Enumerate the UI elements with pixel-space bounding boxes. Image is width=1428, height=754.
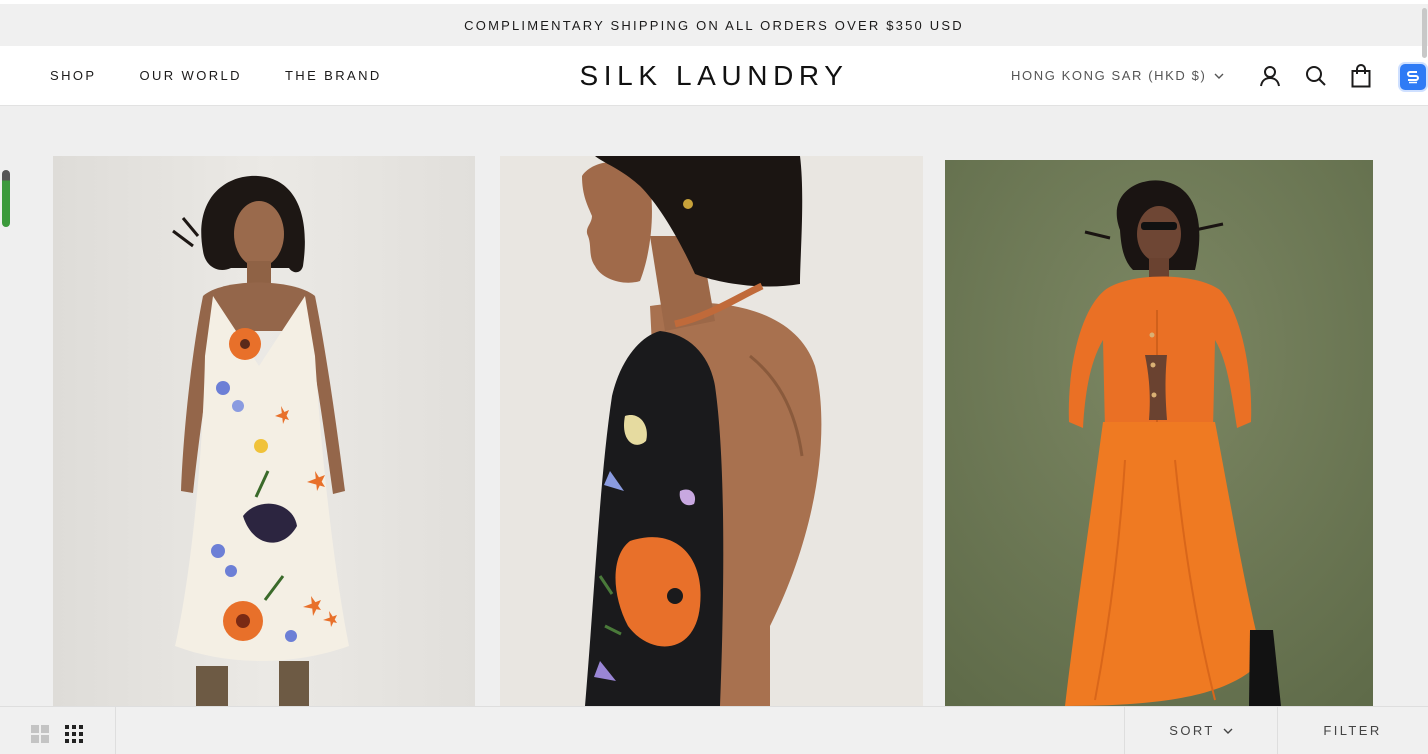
product-card[interactable] xyxy=(945,160,1373,706)
nav-the-brand[interactable]: THE BRAND xyxy=(285,68,382,83)
view-toggle xyxy=(0,707,116,754)
chevron-down-icon xyxy=(1214,68,1224,83)
brand-logo[interactable]: SILK LAUNDRY xyxy=(580,60,849,92)
product-card[interactable] xyxy=(53,156,475,706)
chevron-down-icon xyxy=(1223,723,1233,738)
nav-shop[interactable]: SHOP xyxy=(50,68,96,83)
site-header: SHOP OUR WORLD THE BRAND SILK LAUNDRY HO… xyxy=(0,46,1428,106)
sort-button[interactable]: SORT xyxy=(1124,707,1278,754)
sort-label: SORT xyxy=(1169,723,1215,738)
extension-icon[interactable] xyxy=(1400,64,1426,90)
main-nav: SHOP OUR WORLD THE BRAND xyxy=(50,46,382,105)
search-icon[interactable] xyxy=(1304,64,1328,88)
cart-icon[interactable] xyxy=(1349,63,1373,89)
announcement-bar: COMPLIMENTARY SHIPPING ON ALL ORDERS OVE… xyxy=(0,4,1428,46)
scrollbar-thumb[interactable] xyxy=(1422,8,1427,58)
announcement-text: COMPLIMENTARY SHIPPING ON ALL ORDERS OVE… xyxy=(464,17,964,33)
product-image-floral-slip xyxy=(53,156,475,706)
grid-2-icon[interactable] xyxy=(31,725,49,748)
product-grid xyxy=(0,106,1428,706)
product-card[interactable] xyxy=(500,156,923,706)
nav-our-world[interactable]: OUR WORLD xyxy=(139,68,242,83)
locale-label: HONG KONG SAR (HKD $) xyxy=(1011,68,1207,83)
filter-label: FILTER xyxy=(1323,723,1382,738)
header-tools: HONG KONG SAR (HKD $) xyxy=(1008,46,1428,105)
filter-button[interactable]: FILTER xyxy=(1277,707,1428,754)
account-icon[interactable] xyxy=(1258,64,1282,88)
product-image-halter-dress xyxy=(500,156,923,706)
locale-selector[interactable]: HONG KONG SAR (HKD $) xyxy=(1011,46,1224,105)
collection-toolbar: SORT FILTER xyxy=(0,706,1428,754)
product-image-orange-knit xyxy=(945,160,1373,706)
grid-4-icon[interactable] xyxy=(65,725,83,748)
